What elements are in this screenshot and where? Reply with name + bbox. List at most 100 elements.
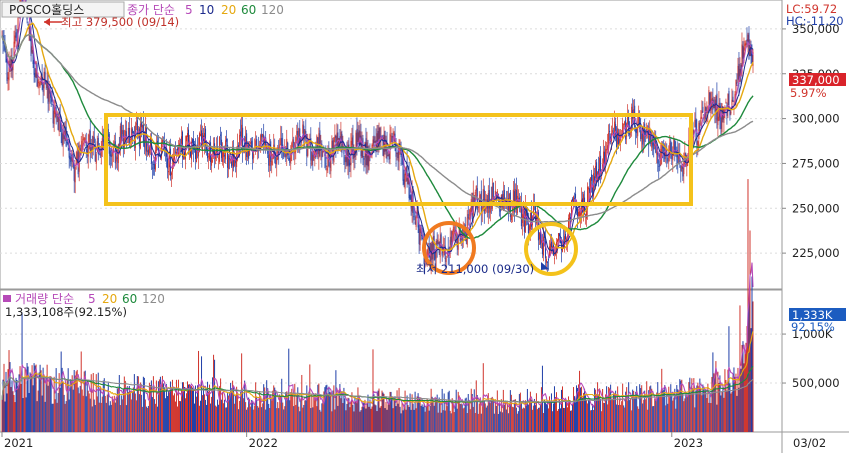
volume-bar bbox=[570, 410, 572, 432]
volume-bar bbox=[374, 404, 376, 432]
volume-bar bbox=[466, 413, 468, 432]
candle-body bbox=[694, 119, 696, 128]
candle-body bbox=[549, 243, 551, 250]
volume-bar bbox=[724, 369, 726, 432]
candle-body bbox=[248, 145, 250, 159]
candle-body bbox=[131, 129, 133, 134]
volume-bar bbox=[112, 399, 114, 432]
volume-bar bbox=[384, 408, 386, 432]
stock-chart[interactable]: 최고 379,500 (09/14) 최저 211,000 (09/30) PO… bbox=[0, 0, 849, 453]
volume-bar bbox=[749, 230, 751, 432]
candle-body bbox=[228, 155, 230, 170]
candle-body bbox=[175, 151, 177, 154]
candle-body bbox=[612, 130, 614, 133]
volume-bar bbox=[505, 409, 507, 432]
volume-bar bbox=[393, 400, 395, 432]
volume-bar bbox=[453, 412, 455, 432]
volume-bar bbox=[683, 401, 685, 432]
volume-bar bbox=[559, 408, 561, 432]
candle-body bbox=[680, 165, 682, 172]
volume-bar bbox=[367, 394, 369, 432]
volume-bar bbox=[432, 398, 434, 432]
candle-body bbox=[538, 232, 540, 240]
candle-body bbox=[373, 135, 375, 144]
candle-body bbox=[647, 126, 649, 128]
candle-body bbox=[278, 151, 280, 154]
volume-bar bbox=[151, 397, 153, 432]
candle-body bbox=[135, 123, 137, 125]
volume-bar bbox=[122, 389, 124, 432]
volume-bar bbox=[63, 394, 65, 432]
candle-body bbox=[74, 167, 76, 183]
volume-bar bbox=[642, 403, 644, 432]
volume-bar bbox=[85, 396, 87, 432]
candle-body bbox=[609, 130, 611, 133]
candle-body bbox=[391, 136, 393, 142]
volume-bar bbox=[66, 379, 68, 432]
volume-bar bbox=[531, 409, 533, 432]
candle-body bbox=[453, 226, 455, 232]
volume-bar bbox=[293, 406, 295, 432]
candle-body bbox=[299, 128, 301, 143]
volume-bar bbox=[138, 394, 140, 432]
volume-bar bbox=[709, 391, 711, 432]
volume-bar bbox=[187, 384, 189, 432]
volume-bar bbox=[129, 390, 131, 432]
volume-bar bbox=[111, 396, 113, 432]
volume-bar bbox=[10, 386, 12, 432]
candle-body bbox=[227, 144, 229, 168]
candle-body bbox=[110, 154, 112, 157]
candle-body bbox=[262, 134, 264, 137]
volume-bar bbox=[8, 350, 10, 432]
volume-bar bbox=[70, 381, 72, 432]
chart-canvas[interactable]: 최고 379,500 (09/14) 최저 211,000 (09/30) PO… bbox=[0, 0, 849, 453]
volume-bar bbox=[413, 409, 415, 432]
candle-body bbox=[141, 124, 143, 128]
volume-bar bbox=[520, 401, 522, 432]
volume-bar bbox=[538, 407, 540, 432]
candle-body bbox=[547, 258, 549, 261]
current-volume-tag: 1,333K 92.15% bbox=[789, 308, 846, 334]
candle-body bbox=[212, 160, 214, 162]
volume-bar bbox=[433, 405, 435, 432]
volume-bar bbox=[344, 398, 346, 432]
volume-bar bbox=[341, 391, 343, 432]
volume-bar bbox=[723, 397, 725, 432]
volume-bar bbox=[630, 398, 632, 432]
volume-bar bbox=[75, 371, 77, 432]
volume-bar bbox=[488, 401, 490, 432]
volume-bar bbox=[88, 393, 90, 432]
candle-body bbox=[736, 82, 738, 84]
candle-body bbox=[336, 132, 338, 146]
volume-bar bbox=[595, 389, 597, 432]
volume-bar bbox=[334, 409, 336, 432]
volume-bar bbox=[103, 378, 105, 432]
candle-body bbox=[124, 130, 126, 141]
volume-bar bbox=[474, 412, 476, 432]
volume-bar bbox=[567, 407, 569, 432]
volume-bar bbox=[527, 404, 529, 432]
volume-bar bbox=[11, 380, 13, 432]
volume-bar bbox=[639, 384, 641, 432]
candle-body bbox=[623, 123, 625, 125]
volume-bar bbox=[740, 368, 742, 432]
volume-bar bbox=[335, 370, 337, 432]
volume-bar bbox=[12, 391, 14, 432]
volume-bar bbox=[383, 393, 385, 432]
volume-bar bbox=[290, 392, 292, 432]
candle-body bbox=[326, 168, 328, 171]
candle-body bbox=[42, 85, 44, 93]
volume-bar bbox=[54, 399, 56, 432]
volume-bar bbox=[515, 407, 517, 432]
candle-body bbox=[729, 111, 731, 116]
candle-body bbox=[129, 139, 131, 140]
volume-bar bbox=[108, 405, 110, 432]
candle-body bbox=[527, 223, 529, 234]
volume-bar bbox=[398, 387, 400, 432]
volume-ma-60: 60 bbox=[122, 292, 137, 306]
volume-bar bbox=[380, 406, 382, 432]
candle-body bbox=[595, 165, 597, 179]
volume-bar bbox=[4, 401, 6, 432]
volume-bar bbox=[333, 385, 335, 432]
volume-bar bbox=[714, 374, 716, 432]
